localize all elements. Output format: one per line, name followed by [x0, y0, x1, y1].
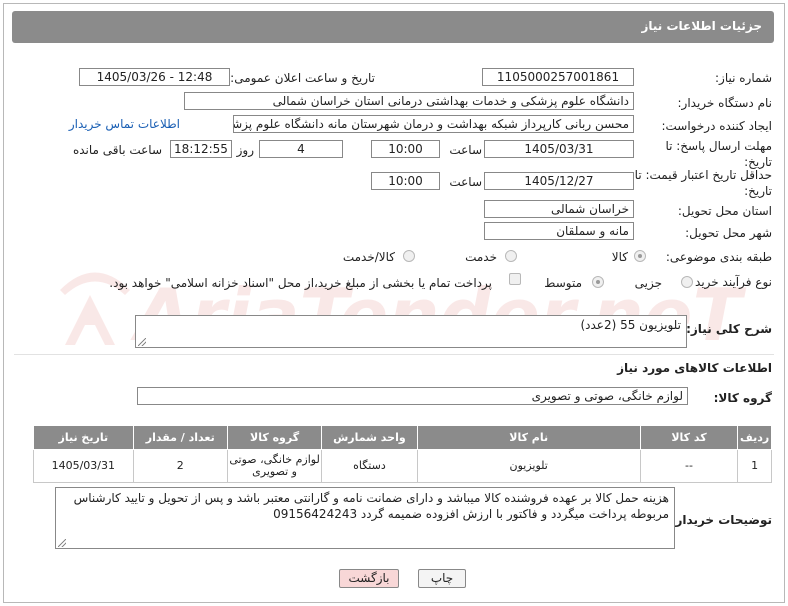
- category-goods-radio[interactable]: [634, 250, 646, 262]
- col-code-header: کد کالا: [639, 425, 739, 450]
- category-service-label: خدمت: [465, 250, 497, 264]
- resize-grip-icon[interactable]: [58, 539, 66, 547]
- need-number-field: 1105000257001861: [482, 68, 634, 86]
- col-name-header: نام کالا: [416, 425, 641, 450]
- category-goods-service-label: کالا/خدمت: [342, 250, 395, 264]
- process-minor-radio[interactable]: [681, 276, 693, 288]
- cell-row: 1: [737, 449, 772, 483]
- goods-group-label: گروه کالا:: [713, 391, 772, 405]
- page-header: جزئیات اطلاعات نیاز: [12, 11, 774, 43]
- category-label: طبقه بندی موضوعی:: [665, 250, 772, 264]
- days-left-field: 4: [259, 140, 343, 158]
- table-row: 1 -- تلویزیون دستگاه لوازم خانگی، صوتی و…: [33, 449, 772, 483]
- delivery-city-field: مانه و سملقان: [484, 222, 634, 240]
- general-desc-textarea: تلویزیون 55 (2عدد): [135, 315, 687, 348]
- deadline-time-field: 10:00: [371, 140, 440, 158]
- items-table: ردیف کد کالا نام کالا واحد شمارش گروه کا…: [33, 425, 772, 483]
- price-validity-time-field: 10:00: [371, 172, 440, 190]
- table-header-row: ردیف کد کالا نام کالا واحد شمارش گروه کا…: [33, 425, 772, 450]
- price-validity-time-label: ساعت: [449, 175, 482, 189]
- delivery-province-label: استان محل تحویل:: [677, 204, 772, 218]
- treasury-checkbox-label: پرداخت تمام یا بخشی از مبلغ خرید،از محل …: [109, 276, 492, 290]
- cell-qty: 2: [132, 449, 228, 483]
- category-service-radio[interactable]: [505, 250, 517, 262]
- requester-label: ایجاد کننده درخواست:: [661, 119, 772, 133]
- category-goods-service-radio[interactable]: [403, 250, 415, 262]
- buyer-contact-link[interactable]: اطلاعات تماس خریدار: [69, 117, 180, 131]
- cell-group: لوازم خانگی، صوتی و تصویری: [226, 449, 323, 483]
- page-title: جزئیات اطلاعات نیاز: [641, 19, 762, 33]
- cell-name: تلویزیون: [416, 449, 641, 483]
- delivery-city-label: شهر محل تحویل:: [685, 226, 772, 240]
- goods-info-heading: اطلاعات کالاهای مورد نیاز: [617, 361, 772, 375]
- price-validity-date-field: 1405/12/27: [484, 172, 634, 190]
- price-validity-label: حداقل تاریخ اعتبار قیمت: تا تاریخ:: [634, 168, 772, 198]
- col-unit-header: واحد شمارش: [321, 425, 418, 450]
- divider: [14, 354, 774, 355]
- cell-unit: دستگاه: [321, 449, 418, 483]
- process-medium-radio[interactable]: [592, 276, 604, 288]
- category-goods-label: کالا: [611, 250, 628, 264]
- process-type-label: نوع فرآیند خرید :: [687, 275, 772, 289]
- col-qty-header: تعداد / مقدار: [132, 425, 228, 450]
- resize-grip-icon[interactable]: [138, 338, 146, 346]
- process-medium-label: متوسط: [544, 276, 582, 290]
- need-number-label: شماره نیاز:: [715, 71, 772, 85]
- process-minor-label: جزیی: [634, 276, 662, 290]
- cell-date: 1405/03/31: [33, 449, 134, 483]
- buyer-notes-text: هزینه حمل کالا بر عهده فروشنده کالا میبا…: [73, 491, 669, 521]
- general-desc-text: تلویزیون 55 (2عدد): [580, 318, 681, 332]
- general-desc-label: شرح کلی نیاز:: [686, 322, 772, 336]
- col-date-header: تاریخ نیاز: [33, 425, 134, 450]
- announce-datetime-label: تاریخ و ساعت اعلان عمومی:: [230, 71, 375, 85]
- goods-group-field: لوازم خانگی، صوتی و تصویری: [137, 387, 688, 405]
- buyer-notes-textarea: هزینه حمل کالا بر عهده فروشنده کالا میبا…: [55, 487, 675, 549]
- buyer-notes-label: توضیحات خریدار:: [670, 513, 772, 527]
- treasury-checkbox[interactable]: [509, 273, 521, 285]
- print-button[interactable]: چاپ: [418, 569, 466, 588]
- cell-code: --: [639, 449, 739, 483]
- buyer-org-label: نام دستگاه خریدار:: [677, 96, 773, 110]
- deadline-label: مهلت ارسال پاسخ: تا تاریخ:: [665, 139, 772, 169]
- deadline-time-label: ساعت: [449, 143, 482, 157]
- announce-datetime-field: 1405/03/26 - 12:48: [79, 68, 230, 86]
- buyer-org-field: دانشگاه علوم پزشکی و خدمات بهداشتی درمان…: [184, 92, 634, 110]
- col-row-header: ردیف: [737, 425, 772, 450]
- requester-field: محسن ربانی کارپرداز شبکه بهداشت و درمان …: [233, 115, 634, 133]
- back-button[interactable]: بازگشت: [339, 569, 399, 588]
- col-group-header: گروه کالا: [226, 425, 323, 450]
- remaining-label: ساعت باقی مانده: [72, 143, 162, 157]
- time-left-field: 18:12:55: [170, 140, 232, 158]
- delivery-province-field: خراسان شمالی: [484, 200, 634, 218]
- deadline-date-field: 1405/03/31: [484, 140, 634, 158]
